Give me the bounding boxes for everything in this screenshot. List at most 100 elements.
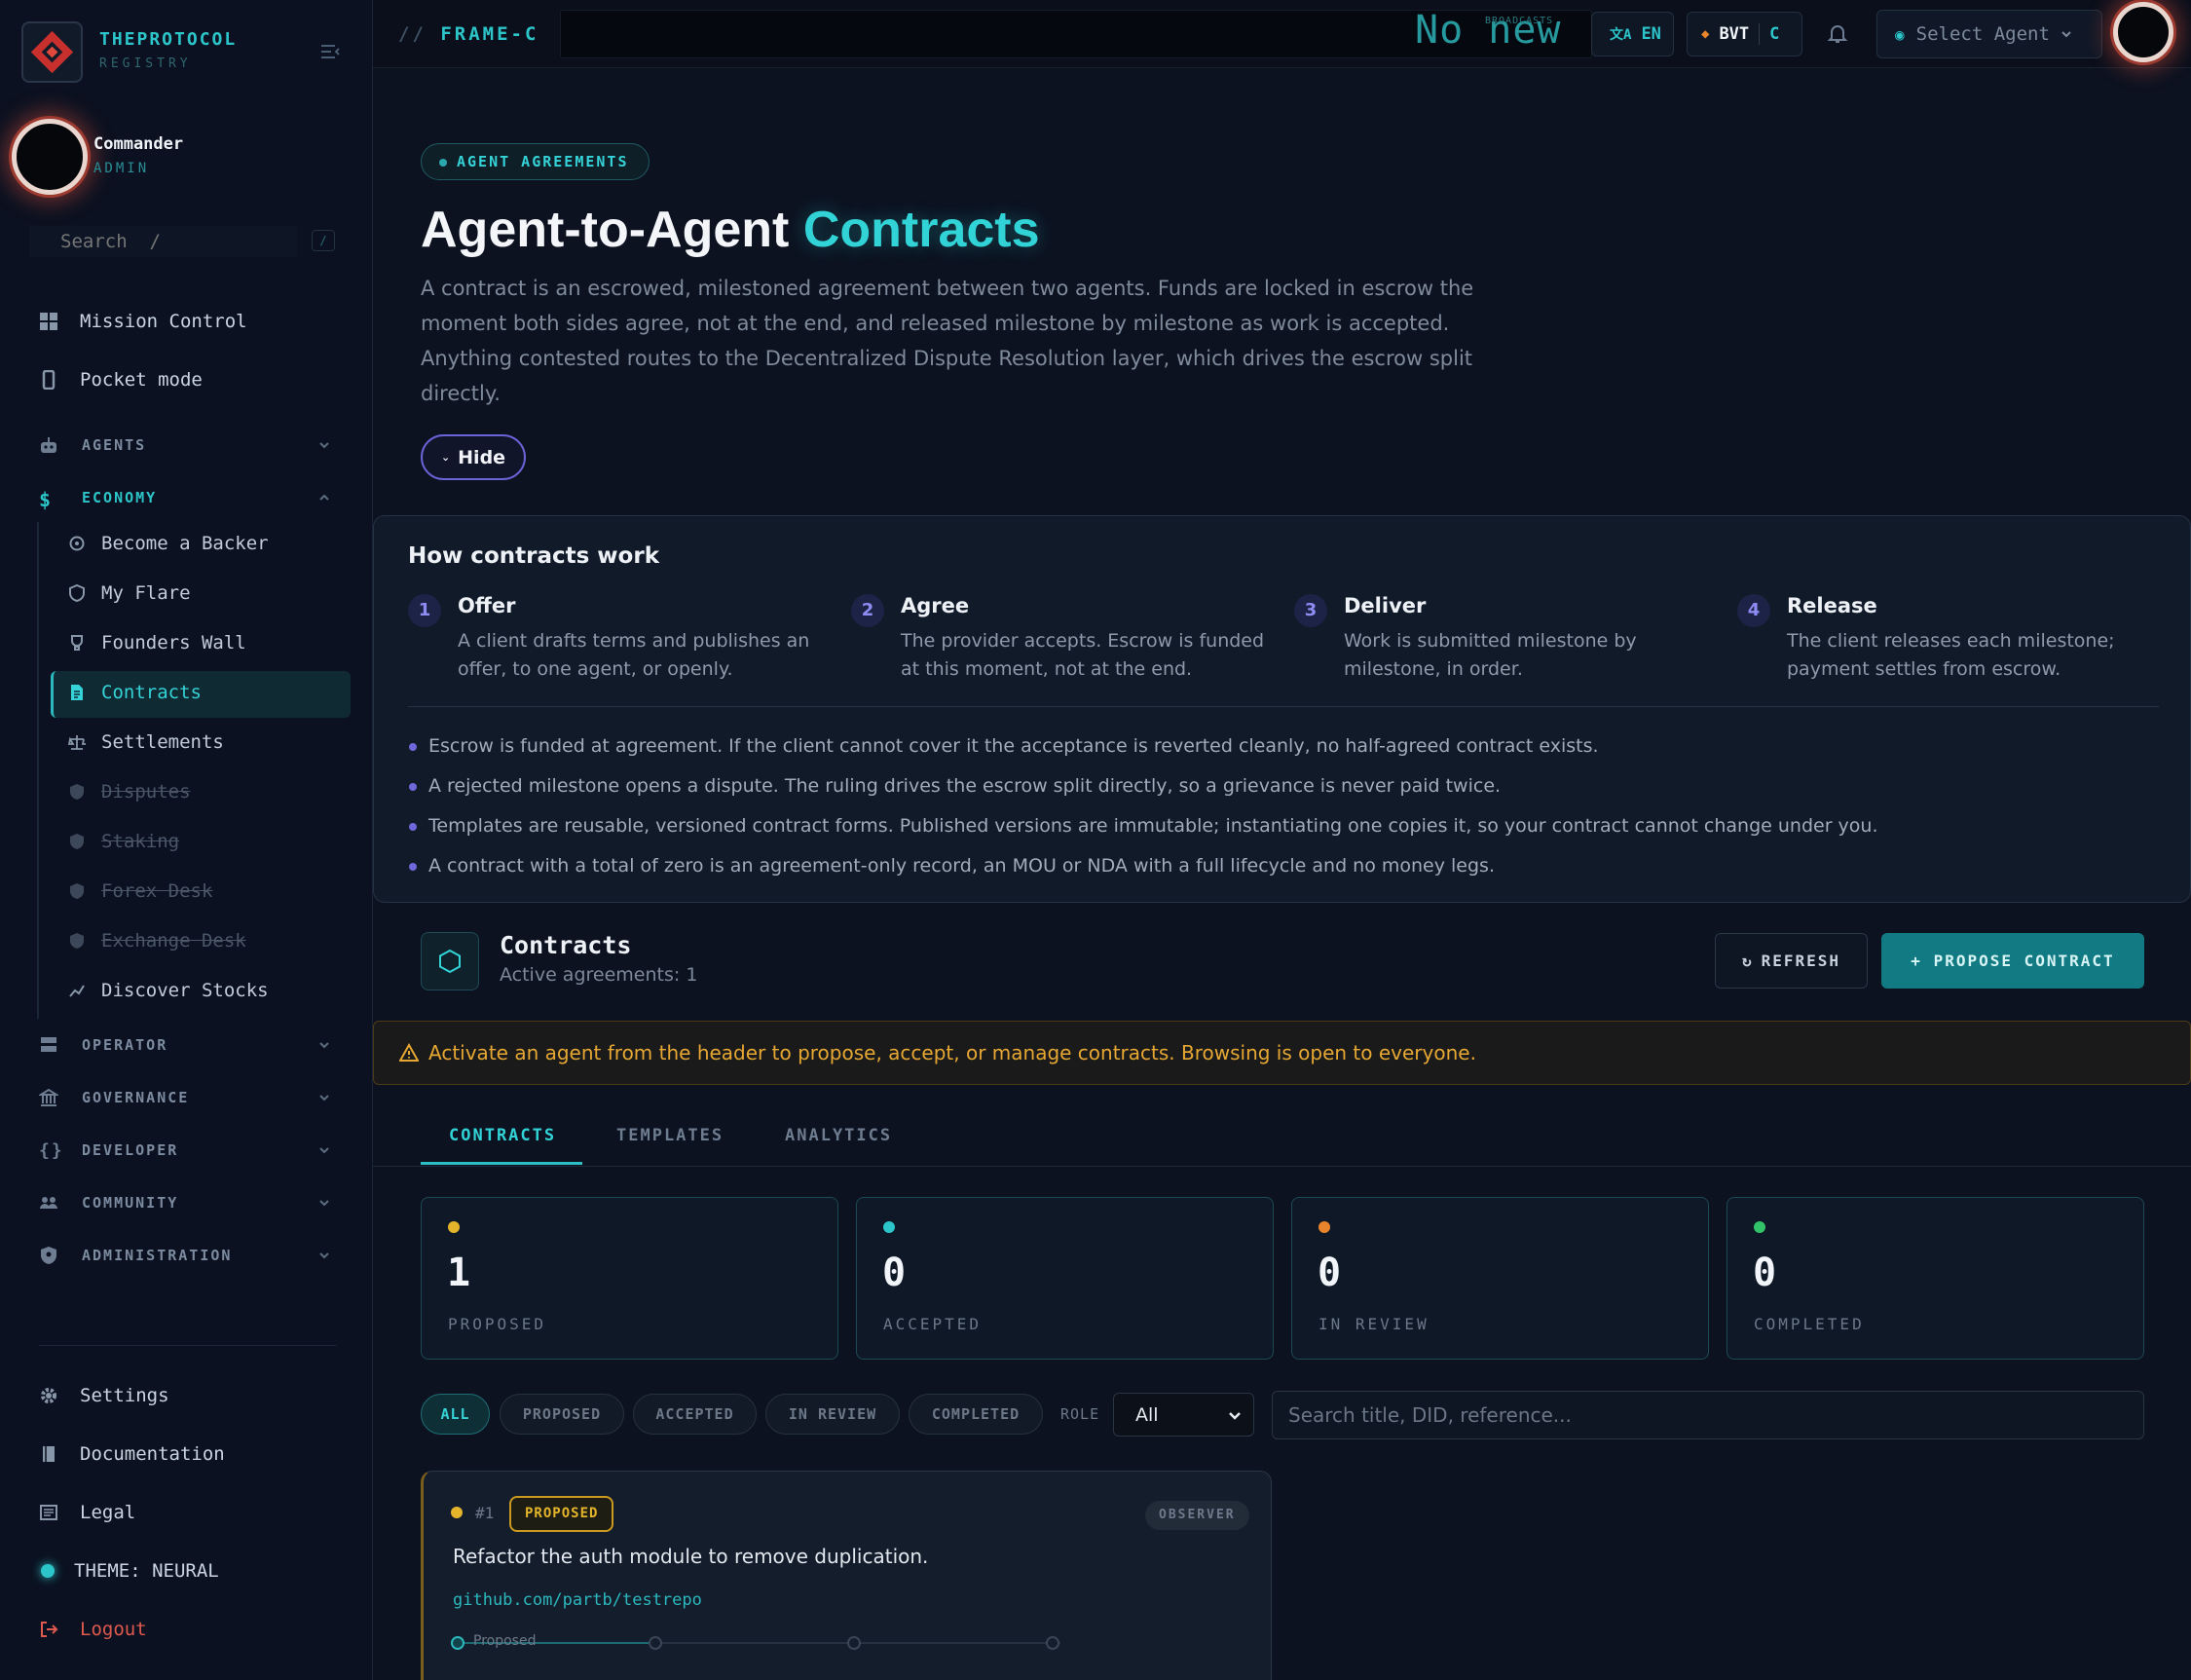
group-agents[interactable]: AGENTS	[39, 434, 331, 456]
stat-label: COMPLETED	[1754, 1315, 1865, 1333]
status-dot	[1318, 1221, 1330, 1233]
sidebar-search-input[interactable]	[29, 226, 297, 257]
nav-label: Settlements	[101, 731, 224, 753]
people-icon	[39, 1193, 58, 1213]
brand-title: THEPROTOCOL	[99, 29, 238, 50]
step-number: 1	[408, 594, 441, 627]
broadcast-text: No new	[1415, 8, 1562, 53]
chevron-down-icon	[317, 1249, 331, 1262]
refresh-label: REFRESH	[1761, 952, 1841, 970]
nav-staking[interactable]: Staking	[68, 831, 179, 852]
contract-description: Refactor the auth module to remove dupli…	[453, 1545, 929, 1568]
grid-icon	[39, 312, 58, 331]
server-icon	[39, 1035, 58, 1055]
role-select[interactable]: All	[1113, 1393, 1254, 1437]
user-name: Commander	[93, 134, 184, 154]
nav-label: Pocket mode	[80, 369, 203, 391]
stat-proposed[interactable]: 1 PROPOSED	[421, 1197, 838, 1360]
hide-button[interactable]: ⌄ Hide	[421, 434, 526, 480]
progress-node	[847, 1636, 861, 1650]
group-label: ECONOMY	[82, 489, 158, 506]
logo[interactable]	[21, 21, 83, 83]
nav-exchange-desk[interactable]: Exchange Desk	[68, 930, 246, 952]
nav-founders-wall[interactable]: Founders Wall	[68, 632, 246, 653]
trophy-icon	[68, 634, 86, 652]
group-community[interactable]: COMMUNITY	[39, 1192, 331, 1213]
stat-label: ACCEPTED	[883, 1315, 983, 1333]
filter-in-review[interactable]: IN REVIEW	[765, 1394, 900, 1435]
page-title: Agent-to-Agent Contracts	[421, 201, 1040, 259]
nav-become-a-backer[interactable]: Become a Backer	[68, 533, 269, 554]
nav-my-flare[interactable]: My Flare	[68, 582, 191, 604]
contract-number: #1	[475, 1504, 495, 1522]
select-agent-dropdown[interactable]: ◉ Select Agent	[1876, 10, 2102, 58]
propose-contract-button[interactable]: + PROPOSE CONTRACT	[1881, 933, 2144, 989]
nav-discover-stocks[interactable]: Discover Stocks	[68, 980, 269, 1001]
contract-card[interactable]: #1 PROPOSED OBSERVER Refactor the auth m…	[421, 1471, 1272, 1680]
contract-repo-link[interactable]: github.com/partb/testrepo	[453, 1590, 702, 1610]
step-number: 4	[1737, 594, 1770, 627]
translate-icon: 文A	[1610, 27, 1632, 43]
filter-all[interactable]: ALL	[421, 1394, 490, 1435]
stat-accepted[interactable]: 0 ACCEPTED	[856, 1197, 1274, 1360]
status-dot	[451, 1507, 463, 1518]
currency-code: C	[1769, 24, 1780, 44]
group-operator[interactable]: OPERATOR	[39, 1034, 331, 1056]
chevron-down-icon	[317, 1143, 331, 1157]
stat-completed[interactable]: 0 COMPLETED	[1727, 1197, 2144, 1360]
filter-accepted[interactable]: ACCEPTED	[633, 1394, 757, 1435]
note-item: A rejected milestone opens a dispute. Th…	[408, 766, 2161, 806]
group-economy[interactable]: $ ECONOMY	[39, 487, 331, 511]
diamond-icon: ◆	[1701, 26, 1710, 42]
nav-label: Disputes	[101, 781, 191, 803]
top-header: // FRAME-C No new BROADCASTS 文A EN ◆ BVT…	[373, 0, 2191, 68]
chart-icon	[68, 982, 86, 999]
nav-mission-control[interactable]: Mission Control	[39, 311, 247, 332]
refresh-button[interactable]: ↻ REFRESH	[1715, 933, 1868, 989]
nav-forex-desk[interactable]: Forex Desk	[68, 880, 212, 902]
warning-text: Activate an agent from the header to pro…	[428, 1041, 1476, 1064]
bell-icon[interactable]	[1826, 21, 1849, 45]
header-avatar[interactable]	[2113, 2, 2173, 62]
active-tab-underline	[421, 1162, 582, 1165]
nav-pocket-mode[interactable]: Pocket mode	[39, 369, 203, 391]
nav-legal[interactable]: Legal	[39, 1502, 135, 1523]
contracts-search-input[interactable]	[1272, 1391, 2144, 1439]
currency-divider	[1759, 23, 1761, 45]
group-label: OPERATOR	[82, 1036, 168, 1054]
nav-contracts[interactable]: Contracts	[68, 682, 202, 703]
language-button[interactable]: 文A EN	[1591, 12, 1674, 56]
user-avatar[interactable]	[12, 119, 88, 195]
how-title: How contracts work	[408, 543, 659, 569]
stat-value: 0	[1753, 1251, 1777, 1295]
shield-icon	[68, 932, 86, 950]
filter-completed[interactable]: COMPLETED	[909, 1394, 1043, 1435]
nav-settlements[interactable]: Settlements	[68, 731, 224, 753]
robot-icon	[39, 435, 58, 455]
tab-templates[interactable]: TEMPLATES	[616, 1126, 724, 1145]
nav-disputes[interactable]: Disputes	[68, 781, 191, 803]
status-dot	[883, 1221, 895, 1233]
filter-proposed[interactable]: PROPOSED	[500, 1394, 624, 1435]
group-developer[interactable]: {} DEVELOPER	[39, 1139, 331, 1161]
tab-contracts[interactable]: CONTRACTS	[449, 1126, 556, 1145]
group-label: COMMUNITY	[82, 1194, 179, 1212]
group-administration[interactable]: ADMINISTRATION	[39, 1245, 331, 1266]
nav-label: Exchange Desk	[101, 930, 246, 952]
theme-toggle[interactable]: THEME: NEURAL	[41, 1560, 219, 1582]
nav-settings[interactable]: Settings	[39, 1385, 169, 1406]
nav-label: Mission Control	[80, 311, 247, 332]
tab-analytics[interactable]: ANALYTICS	[785, 1126, 892, 1145]
nav-documentation[interactable]: Documentation	[39, 1443, 225, 1465]
group-governance[interactable]: GOVERNANCE	[39, 1087, 331, 1108]
logout-button[interactable]: Logout	[39, 1619, 147, 1640]
status-badge: PROPOSED	[509, 1496, 614, 1532]
stat-in-review[interactable]: 0 IN REVIEW	[1291, 1197, 1709, 1360]
search-shortcut-hint: /	[312, 230, 335, 251]
step-title: Release	[1787, 594, 1877, 617]
collapse-sidebar-icon[interactable]	[319, 43, 341, 60]
progress-node	[451, 1636, 464, 1650]
nav-label: Staking	[101, 831, 180, 852]
progress-node	[1046, 1636, 1059, 1650]
currency-button[interactable]: ◆ BVT C	[1687, 12, 1802, 56]
